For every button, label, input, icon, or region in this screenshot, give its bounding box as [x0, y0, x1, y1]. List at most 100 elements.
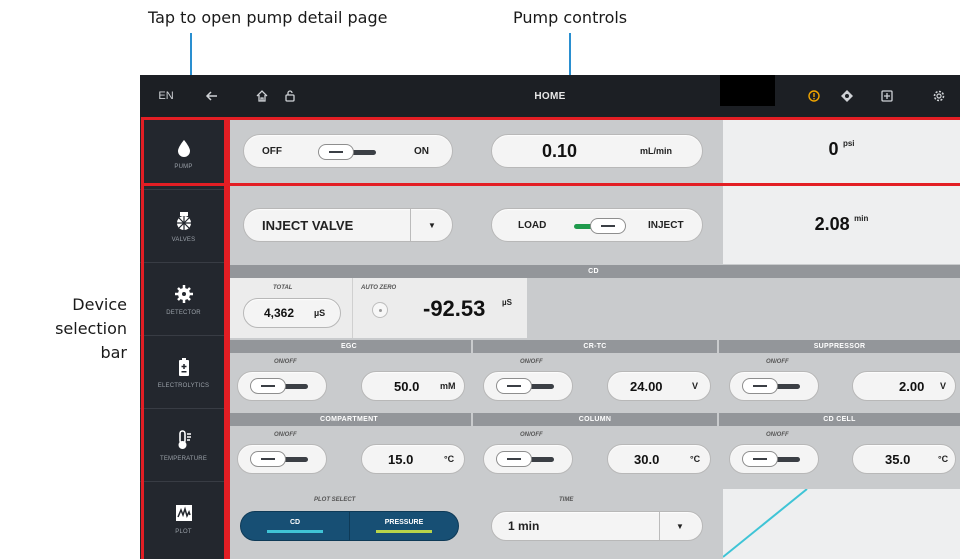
suppressor-unit: V [940, 381, 947, 391]
valve-time-unit: min [854, 214, 869, 223]
flow-rate-unit: mL/min [640, 146, 673, 156]
valve-select-value: INJECT VALVE [262, 217, 354, 233]
total-field[interactable]: 4,362 µS [243, 298, 341, 328]
plot-option-pressure-label: PRESSURE [384, 519, 424, 526]
cdcell-value-field[interactable]: 35.0 °C [852, 444, 956, 474]
alert-icon[interactable] [802, 75, 826, 117]
compartment-onoff-label: ON/OFF [274, 432, 297, 438]
column-onoff-label: ON/OFF [520, 432, 543, 438]
plot-select-toggle[interactable]: CD PRESSURE [240, 511, 459, 541]
crtc-value: 24.00 [630, 378, 663, 394]
compass-icon[interactable] [835, 75, 859, 117]
sidebar-item-label: ELECTROLYTICS [157, 382, 210, 389]
status-display [720, 75, 775, 106]
flow-rate-value: 0.10 [542, 140, 578, 161]
suppressor-onoff-label: ON/OFF [766, 359, 789, 365]
suppressor-switch[interactable] [742, 378, 802, 394]
top-bar: EN HOME [140, 75, 960, 117]
droplet-icon [173, 137, 195, 159]
time-select-divider [659, 512, 660, 540]
valve-select[interactable]: INJECT VALVE ▼ [243, 208, 453, 242]
time-label: TIME [559, 497, 574, 503]
crtc-value-field[interactable]: 24.00 V [607, 371, 711, 401]
suppressor-value-field[interactable]: 2.00 V [852, 371, 956, 401]
crtc-unit: V [692, 381, 699, 391]
flow-rate-field[interactable]: 0.10 mL/min [491, 134, 703, 168]
egc-toggle[interactable] [237, 371, 327, 401]
compartment-switch[interactable] [250, 451, 310, 467]
autozero-button[interactable] [372, 302, 388, 318]
egc-switch[interactable] [250, 378, 310, 394]
pump-switch[interactable] [318, 144, 378, 160]
column-toggle[interactable] [483, 444, 573, 474]
sidebar-item-valves[interactable]: VALVES [140, 190, 227, 263]
load-label: LOAD [518, 219, 547, 231]
cdcell-value: 35.0 [885, 451, 911, 467]
plot-option-cd[interactable]: CD [241, 512, 349, 540]
compartment-header: COMPARTMENT [227, 413, 471, 426]
egc-header: EGC [227, 340, 471, 353]
detector-readout-panel: TOTAL 4,362 µS AUTO ZERO -92.53 µS [227, 278, 527, 338]
callout-device-selection-line1: Device [72, 295, 127, 314]
pump-on-label: ON [414, 145, 429, 157]
crtc-toggle[interactable] [483, 371, 573, 401]
egc-value-field[interactable]: 50.0 mM [361, 371, 465, 401]
mini-plot-trace [723, 489, 808, 558]
sidebar-item-label: PLOT [175, 529, 192, 535]
compartment-toggle[interactable] [237, 444, 327, 474]
add-box-icon[interactable] [875, 75, 899, 117]
load-inject-switch[interactable] [566, 218, 626, 234]
plot-option-cd-label: CD [289, 519, 301, 526]
chevron-down-icon: ▼ [428, 220, 436, 230]
suppressor-value: 2.00 [899, 378, 925, 394]
total-unit: µS [314, 308, 326, 318]
cdcell-switch[interactable] [742, 451, 802, 467]
valve-select-divider [410, 209, 411, 241]
cd-header: CD [227, 265, 960, 278]
plot-option-pressure[interactable]: PRESSURE [349, 512, 458, 540]
column-switch[interactable] [496, 451, 556, 467]
pump-row: OFF ON 0.10 mL/min 0 psi [227, 117, 960, 183]
cdcell-onoff-label: ON/OFF [766, 432, 789, 438]
time-select[interactable]: 1 min ▼ [491, 511, 703, 541]
column-unit: °C [690, 454, 701, 464]
load-inject-toggle[interactable]: LOAD INJECT [491, 208, 703, 242]
plot-option-cd-swatch [267, 530, 323, 533]
electrolytics-row: ON/OFF 50.0 mM ON/OFF 24.00 V ON/OFF 2.0… [227, 353, 960, 411]
detector-row: TOTAL 4,362 µS AUTO ZERO -92.53 µS [227, 278, 960, 338]
valve-time-value: 2.08 [814, 214, 850, 234]
pump-power-toggle[interactable]: OFF ON [243, 134, 453, 168]
instrument-app: EN HOME PUMP VALVES DETECTOR ELECTROLYTI… [140, 75, 960, 559]
pressure-unit: psi [842, 139, 855, 148]
callout-device-selection-line2: selection [55, 319, 127, 338]
chevron-down-icon: ▼ [676, 521, 684, 531]
pressure-panel: 0 psi [723, 117, 960, 183]
suppressor-header: SUPPRESSOR [719, 340, 960, 353]
mini-plot-panel [723, 489, 960, 559]
cdcell-unit: °C [938, 454, 949, 464]
sidebar-item-pump[interactable]: PUMP [140, 117, 227, 190]
electrolytics-icon [173, 356, 195, 378]
pump-off-label: OFF [262, 145, 282, 157]
total-value: 4,362 [264, 306, 295, 320]
compartment-value: 15.0 [388, 451, 414, 467]
suppressor-toggle[interactable] [729, 371, 819, 401]
detector-icon [173, 283, 195, 305]
settings-icon[interactable] [927, 75, 951, 117]
total-label: TOTAL [273, 285, 293, 291]
column-value-field[interactable]: 30.0 °C [607, 444, 711, 474]
callout-tap-pump: Tap to open pump detail page [148, 8, 388, 27]
sidebar-item-electrolytics[interactable]: ELECTROLYTICS [140, 336, 227, 409]
column-header: COLUMN [473, 413, 717, 426]
egc-value: 50.0 [394, 378, 420, 394]
callout-device-selection-line3: bar [100, 343, 127, 362]
compartment-value-field[interactable]: 15.0 °C [361, 444, 465, 474]
sidebar-item-temperature[interactable]: TEMPERATURE [140, 409, 227, 482]
sidebar-item-plot[interactable]: PLOT [140, 482, 227, 555]
sidebar-item-detector[interactable]: DETECTOR [140, 263, 227, 336]
cdcell-toggle[interactable] [729, 444, 819, 474]
temperature-row: ON/OFF 15.0 °C ON/OFF 30.0 °C ON/OFF 35.… [227, 426, 960, 486]
crtc-switch[interactable] [496, 378, 556, 394]
temperature-icon [173, 429, 195, 451]
device-selection-bar: PUMP VALVES DETECTOR ELECTROLYTICS TEMPE… [140, 117, 227, 559]
